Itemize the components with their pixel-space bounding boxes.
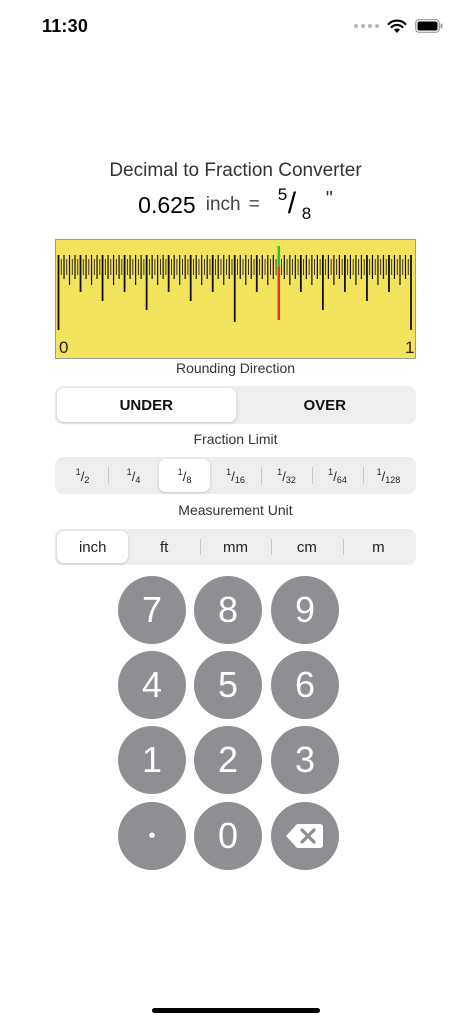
- ruler: 0 1: [55, 239, 416, 359]
- key-5[interactable]: 5: [194, 651, 262, 719]
- fraction-limit-option[interactable]: 1/128: [363, 459, 414, 492]
- fraction-numerator: 5: [277, 185, 288, 204]
- unit-label: inch: [205, 194, 241, 215]
- equals-sign: =: [248, 194, 260, 215]
- status-time: 11:30: [42, 16, 89, 36]
- backspace-icon: [286, 824, 323, 848]
- key-0[interactable]: 0: [194, 802, 262, 870]
- key-7[interactable]: 7: [118, 576, 186, 644]
- decimal-value: 0.625: [138, 191, 196, 218]
- ruler-end-label: 1: [405, 338, 415, 357]
- key-6[interactable]: 6: [271, 651, 339, 719]
- conversion-result: 0.625 inch = 5 / 8 ": [0, 185, 471, 225]
- cellular-signal-icon: [354, 24, 379, 28]
- fraction-limit-option[interactable]: 1/2: [57, 459, 108, 492]
- inch-mark: ": [325, 187, 333, 210]
- key-9[interactable]: 9: [271, 576, 339, 644]
- key-1[interactable]: 1: [118, 726, 186, 794]
- fraction-limit-option[interactable]: 1/4: [108, 459, 159, 492]
- key-3[interactable]: 3: [271, 726, 339, 794]
- key-8[interactable]: 8: [194, 576, 262, 644]
- fraction-slash: /: [287, 187, 297, 220]
- rounding-direction-control: UNDER OVER: [55, 386, 416, 424]
- battery-icon: [415, 19, 443, 33]
- status-bar: 11:30: [0, 0, 471, 50]
- fraction-limit-option[interactable]: 1/8: [159, 459, 210, 492]
- fraction-limit-option[interactable]: 1/16: [210, 459, 261, 492]
- unit-option-cm[interactable]: cm: [271, 531, 342, 563]
- rounding-under-option[interactable]: UNDER: [57, 388, 236, 422]
- unit-option-m[interactable]: m: [342, 531, 414, 563]
- fraction-limit-option[interactable]: 1/32: [261, 459, 312, 492]
- unit-option-mm[interactable]: mm: [199, 531, 271, 563]
- ruler-start-label: 0: [59, 338, 69, 357]
- fraction-limit-label: Fraction Limit: [193, 431, 278, 447]
- key-decimal-point[interactable]: •: [118, 802, 186, 870]
- fraction-limit-control: 1/2 1/4 1/8 1/16 1/32 1/64 1/128: [55, 457, 416, 494]
- rounding-direction-label: Rounding Direction: [175, 360, 296, 376]
- measurement-unit-control: inch ft mm cm m: [55, 529, 416, 565]
- unit-option-ft[interactable]: ft: [128, 531, 199, 563]
- ruler-ticks: [57, 246, 412, 330]
- measurement-unit-label: Measurement Unit: [178, 502, 293, 518]
- key-4[interactable]: 4: [118, 651, 186, 719]
- app-title: Decimal to Fraction Converter: [109, 160, 362, 181]
- fraction-denominator: 8: [301, 204, 312, 223]
- home-indicator[interactable]: [152, 1008, 320, 1013]
- backspace-button[interactable]: [271, 802, 339, 870]
- fraction-result: 5 / 8: [276, 185, 324, 225]
- unit-option-inch[interactable]: inch: [57, 531, 129, 563]
- status-icons: [354, 16, 443, 36]
- rounding-over-option[interactable]: OVER: [236, 388, 415, 422]
- wifi-icon: [387, 19, 407, 33]
- fraction-limit-option[interactable]: 1/64: [312, 459, 363, 492]
- key-2[interactable]: 2: [194, 726, 262, 794]
